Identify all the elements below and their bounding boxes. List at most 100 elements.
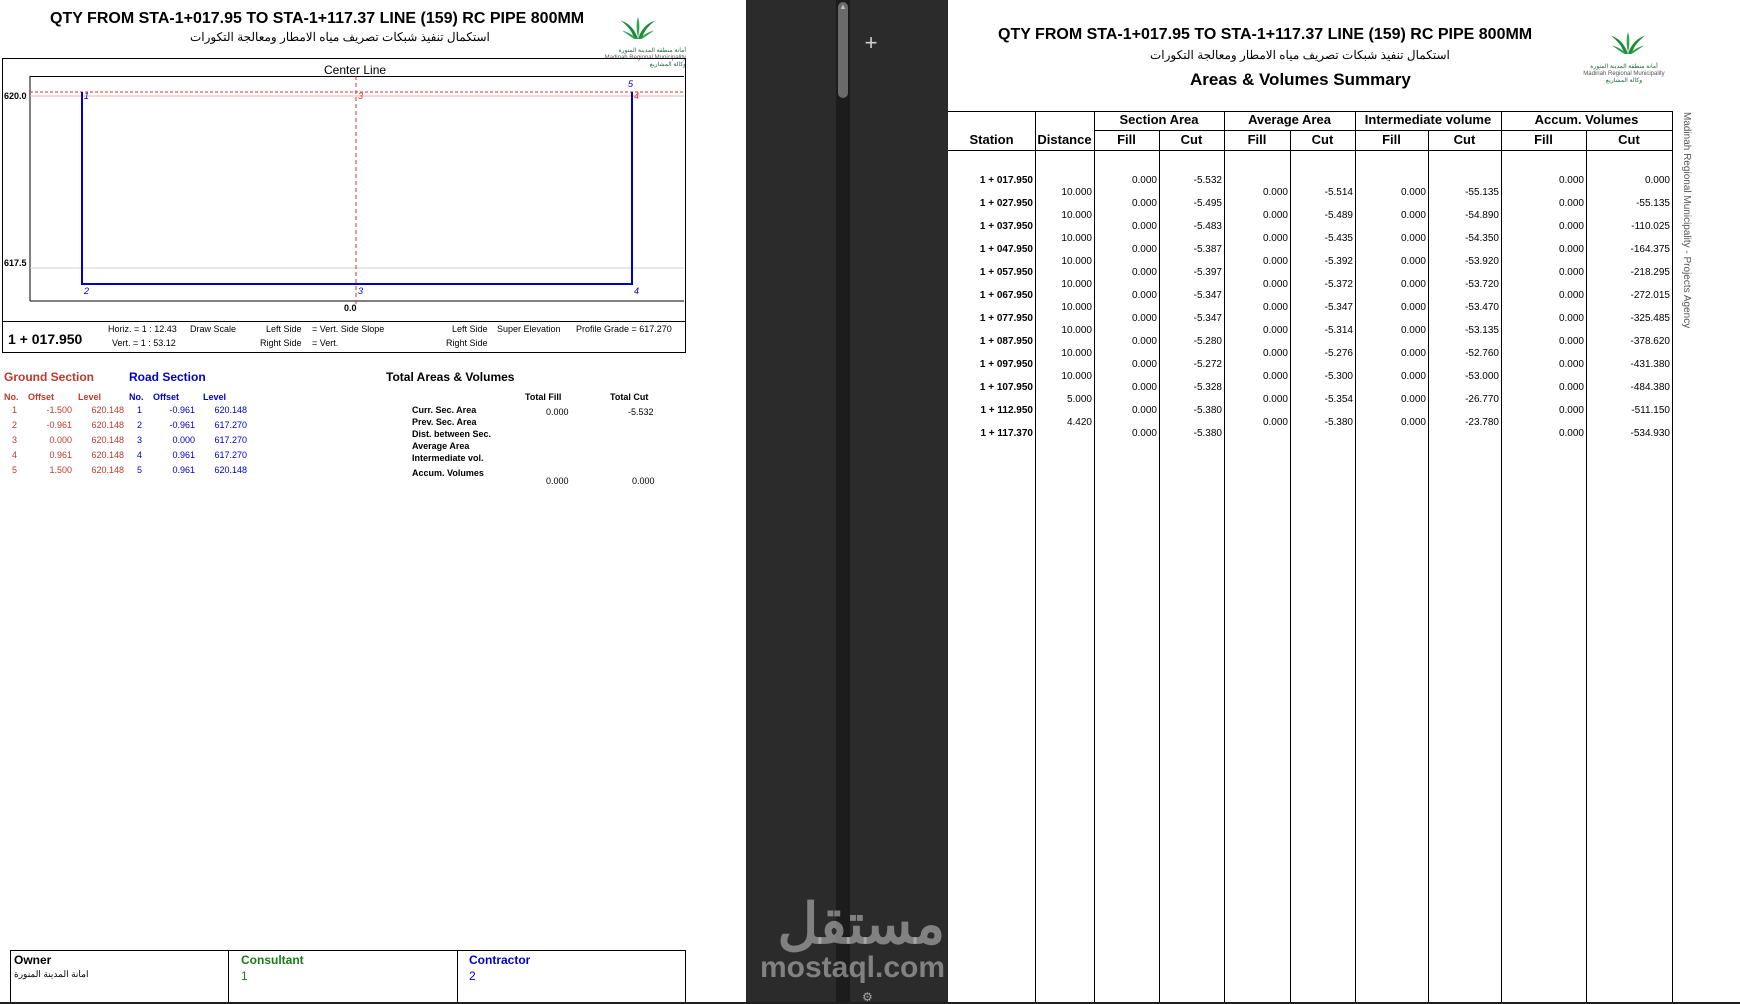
x-label-zero: 0.0 <box>344 303 357 313</box>
station-label: 1 + 017.950 <box>8 331 83 347</box>
intermediate-cut-cell: -54.890 <box>1465 210 1499 221</box>
gear-icon[interactable]: ⚙ <box>862 990 880 1004</box>
average-cut-cell: -5.276 <box>1324 348 1353 359</box>
point-label-4-top: 4 <box>634 91 640 101</box>
ground-section-rows: 1 -1.500 620.148 2 -0.961 620.148 3 0.000 620.… <box>4 405 128 480</box>
average-cut-cell: -5.435 <box>1324 233 1353 244</box>
table-row: 1 -0.961 620.148 <box>137 405 247 415</box>
contractor-value: 2 <box>469 969 476 983</box>
signature-block: Owner امانة المدينة المنورة Consultant 1… <box>10 950 686 1003</box>
accum-cut-cell: -55.135 <box>1636 198 1670 209</box>
curr-cut-value: -5.532 <box>628 407 654 417</box>
distance-cell: 10.000 <box>1061 348 1092 359</box>
section-fill-cell: 0.000 <box>1131 382 1157 393</box>
horiz-scale: Horiz. = 1 : 12.43 <box>108 324 177 334</box>
consultant-value: 1 <box>241 969 248 983</box>
right-side-label: Right Side <box>260 338 302 348</box>
totals-title: Total Areas & Volumes <box>386 370 515 384</box>
intermediate-cut-cell: -26.770 <box>1465 394 1499 405</box>
summary-page: QTY FROM STA-1+017.95 TO STA-1+117.37 LI… <box>948 0 1740 1002</box>
side-text-container: Madinah Regional Municipality - Projects… <box>1676 112 1696 412</box>
section-cut-cell: -5.280 <box>1193 336 1222 347</box>
average-area-label: Average Area <box>412 441 470 451</box>
distance-cell: 10.000 <box>1061 256 1092 267</box>
summary-rows: 1 + 017.950 0.000 -5.532 0.000 0.000 1 + 027.… <box>948 0 1672 1002</box>
intermediate-fill-cell: 0.000 <box>1400 417 1426 428</box>
intermediate-fill-cell: 0.000 <box>1400 371 1426 382</box>
ground-section-title: Ground Section <box>4 370 94 384</box>
distance-cell: 4.420 <box>1066 417 1092 428</box>
station-cell: 1 + 107.950 <box>979 382 1033 393</box>
average-cut-cell: -5.347 <box>1324 302 1353 313</box>
intermediate-cut-cell: -53.470 <box>1465 302 1499 313</box>
road-col-level: Level <box>203 392 227 402</box>
accum-fill-cell: 0.000 <box>1558 221 1584 232</box>
station-cell: 1 + 027.950 <box>979 198 1033 209</box>
distance-cell: 10.000 <box>1061 371 1092 382</box>
page-subtitle-ar: استكمال تنفيذ شبكات تصريف مياه الامطار و… <box>190 30 490 44</box>
distance-cell: 10.000 <box>1061 279 1092 290</box>
table-row: 3 0.000 617.270 <box>137 435 247 445</box>
watermark: مستقل mostaql.com <box>760 896 945 984</box>
totals-labels: Curr. Sec. Area Prev. Sec. Area Dist. be… <box>412 404 491 479</box>
section-fill-cell: 0.000 <box>1131 267 1157 278</box>
center-line-label: Center Line <box>324 63 387 77</box>
owner-value: امانة المدينة المنورة <box>14 969 89 979</box>
scroll-up-icon[interactable]: ▲ <box>838 2 848 11</box>
intermediate-cut-cell: -52.760 <box>1465 348 1499 359</box>
distance-cell: 10.000 <box>1061 302 1092 313</box>
page-title: QTY FROM STA-1+017.95 TO STA-1+117.37 LI… <box>50 10 585 27</box>
distance-cell: 10.000 <box>1061 187 1092 198</box>
side-slope-label: = Vert. Side Slope <box>312 324 385 334</box>
owner-label: Owner <box>14 953 52 967</box>
intermediate-fill-cell: 0.000 <box>1400 394 1426 405</box>
station-cell: 1 + 112.950 <box>980 405 1033 416</box>
scrollbar-thumb[interactable] <box>838 2 848 98</box>
watermark-ar: مستقل <box>777 892 946 955</box>
side-text: Madinah Regional Municipality - Projects… <box>1681 112 1692 329</box>
average-fill-cell: 0.000 <box>1262 417 1288 428</box>
accum-fill-cell: 0.000 <box>1558 428 1584 439</box>
section-cut-cell: -5.532 <box>1193 175 1222 186</box>
prev-sec-area-label: Prev. Sec. Area <box>412 417 477 427</box>
total-fill-header: Total Fill <box>525 392 562 402</box>
station-cell: 1 + 077.950 <box>979 313 1033 324</box>
vertical-scrollbar[interactable] <box>836 0 850 1002</box>
accum-fill-cell: 0.000 <box>1558 405 1584 416</box>
left-side-label: Left Side <box>266 324 302 334</box>
right-vert-label: = Vert. <box>312 338 339 348</box>
profile-grade: Profile Grade = 617.270 <box>576 324 672 334</box>
average-fill-cell: 0.000 <box>1262 394 1288 405</box>
intermediate-cut-cell: -53.000 <box>1465 371 1499 382</box>
accum-fill-cell: 0.000 <box>1558 382 1584 393</box>
curr-sec-area-label: Curr. Sec. Area <box>412 405 477 415</box>
station-cell: 1 + 037.950 <box>979 221 1033 232</box>
station-cell: 1 + 047.950 <box>979 244 1033 255</box>
station-cell: 1 + 087.950 <box>979 336 1033 347</box>
station-cell: 1 + 117.370 <box>980 428 1033 439</box>
average-fill-cell: 0.000 <box>1262 371 1288 382</box>
table-row: 2 -0.961 620.148 <box>12 420 124 430</box>
accum-cut-cell: -218.295 <box>1630 267 1670 278</box>
section-fill-cell: 0.000 <box>1131 244 1157 255</box>
table-row: 5 1.500 620.148 <box>12 465 124 475</box>
section-fill-cell: 0.000 <box>1131 336 1157 347</box>
average-fill-cell: 0.000 <box>1262 348 1288 359</box>
section-fill-cell: 0.000 <box>1131 405 1157 416</box>
accum-cut-cell: -431.380 <box>1630 359 1670 370</box>
section-fill-cell: 0.000 <box>1131 221 1157 232</box>
point-label-1: 1 <box>84 91 90 101</box>
intermediate-cut-cell: -54.350 <box>1465 233 1499 244</box>
add-tab-button[interactable]: + <box>858 30 884 56</box>
point-label-3-top: 3 <box>358 91 364 101</box>
section-cut-cell: -5.272 <box>1193 359 1222 370</box>
station-cell: 1 + 067.950 <box>979 290 1033 301</box>
road-col-offset: Offset <box>153 392 180 402</box>
ground-col-level: Level <box>78 392 102 402</box>
table-row: 4 0.961 620.148 <box>12 450 124 460</box>
station-cell: 1 + 057.950 <box>979 267 1033 278</box>
accum-fill-value: 0.000 <box>546 476 569 486</box>
accum-cut-cell: -110.025 <box>1631 221 1670 232</box>
ground-col-no: No. <box>4 392 19 402</box>
section-cut-cell: -5.387 <box>1193 244 1222 255</box>
